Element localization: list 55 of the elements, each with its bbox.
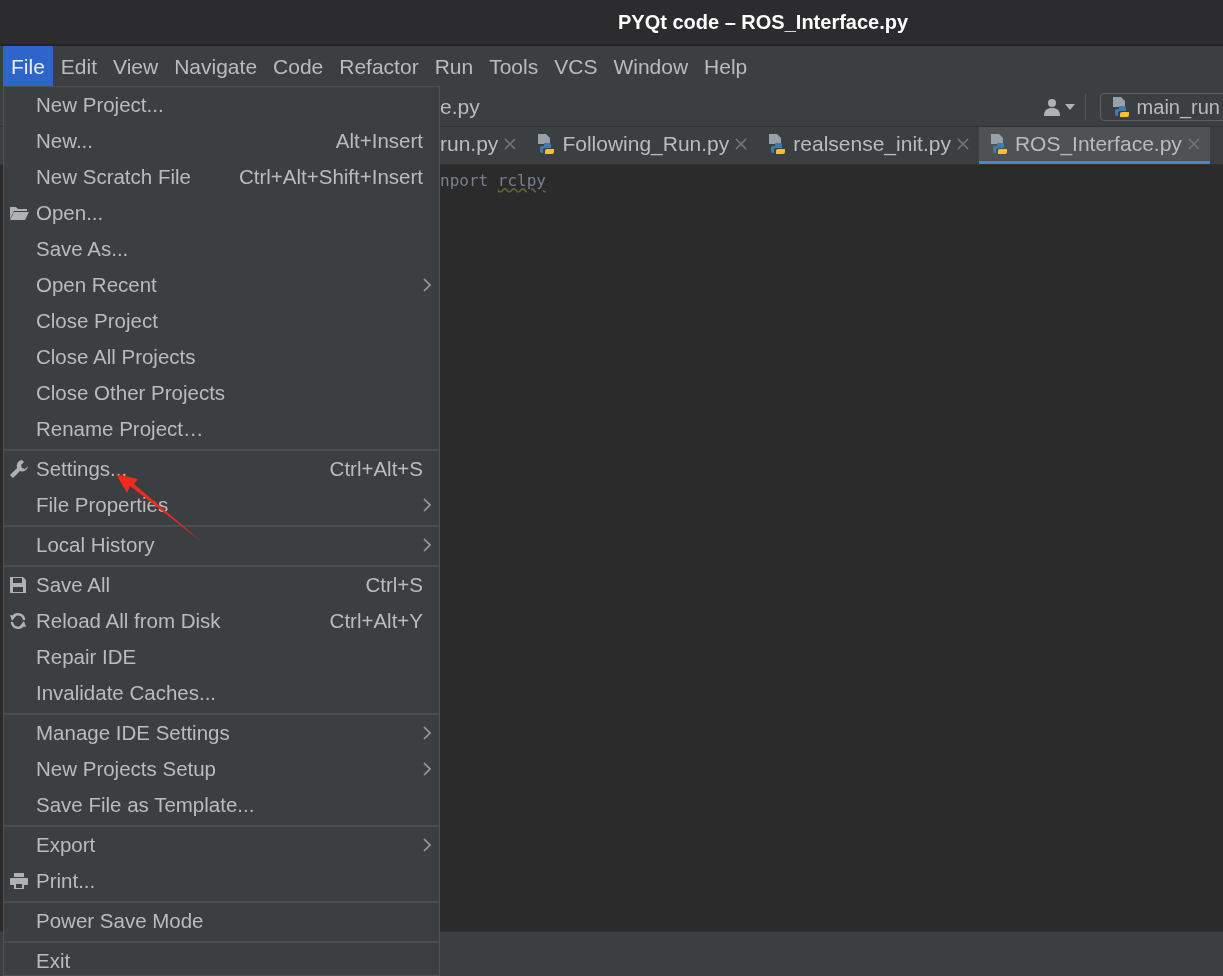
menu-entry[interactable]: Open Recent (4, 267, 439, 303)
menu-item[interactable]: Navigate (166, 46, 266, 88)
menu-entry[interactable]: Print... (4, 863, 439, 899)
menu-item[interactable]: View (105, 46, 167, 88)
menu-entry[interactable]: Close All Projects (4, 339, 439, 375)
python-file-icon (988, 133, 1009, 155)
menu-entry[interactable]: Export (4, 827, 439, 863)
menu-entry[interactable]: Local History (4, 527, 439, 563)
menu-entry[interactable]: Settings... Ctrl+Alt+S (4, 451, 439, 487)
editor-tab[interactable]: Following_Run.py (526, 127, 758, 164)
menu-entry[interactable]: Save As... (4, 231, 439, 267)
menu-item[interactable]: Code (265, 46, 332, 88)
menu-item[interactable]: Edit (52, 46, 106, 88)
close-icon[interactable] (735, 138, 748, 150)
menu-entry[interactable]: Invalidate Caches... (4, 675, 439, 711)
menu-entry[interactable]: New Projects Setup (4, 751, 439, 787)
menu-entry[interactable]: Close Other Projects (4, 375, 439, 411)
wrench-icon (9, 459, 29, 479)
code-line: nport rclpy (440, 171, 547, 190)
python-file-icon (1110, 96, 1131, 118)
reload-icon (9, 612, 27, 630)
menu-entry[interactable]: New Scratch File Ctrl+Alt+Shift+Insert (4, 159, 439, 195)
menu-item[interactable]: File (3, 46, 53, 88)
run-configuration-dropdown[interactable]: main_run (1099, 93, 1223, 121)
user-icon[interactable] (1042, 97, 1075, 117)
menu-entry[interactable]: Manage IDE Settings (4, 715, 439, 751)
menu-item[interactable]: Help (696, 46, 756, 88)
menu-entry[interactable]: Open... (4, 195, 439, 231)
menu-entry[interactable]: Save File as Template... (4, 787, 439, 823)
menu-entry[interactable]: Reload All from Disk Ctrl+Alt+Y (4, 603, 439, 639)
menu-entry[interactable]: Save All Ctrl+S (4, 567, 439, 603)
menu-item[interactable]: Refactor (331, 46, 427, 88)
menu-item[interactable]: Run (426, 46, 482, 88)
menu-entry[interactable]: Close Project (4, 303, 439, 339)
editor-tab[interactable]: ROS_Interface.py (978, 127, 1210, 164)
editor-tab[interactable]: realsense_init.py (757, 127, 979, 164)
folder-icon (9, 205, 29, 221)
menu-entry[interactable]: Repair IDE (4, 639, 439, 675)
editor-tab[interactable]: run.py (440, 127, 527, 164)
menu-item[interactable]: VCS (546, 46, 606, 88)
close-icon[interactable] (956, 138, 969, 150)
menu-entry[interactable]: New Project... (4, 87, 439, 123)
menu-entry[interactable]: Power Save Mode (4, 903, 439, 939)
breadcrumb[interactable]: e.py (440, 95, 480, 119)
menu-entry[interactable]: New... Alt+Insert (4, 123, 439, 159)
python-file-icon (536, 133, 557, 155)
menu-item[interactable]: Window (605, 46, 697, 88)
menu-item[interactable]: Tools (481, 46, 547, 88)
window-title: PYQt code – ROS_Interface.py (618, 10, 909, 34)
printer-icon (9, 872, 29, 890)
close-icon[interactable] (1187, 138, 1200, 150)
close-icon[interactable] (504, 138, 517, 150)
menu-entry[interactable]: Rename Project… (4, 411, 439, 447)
menu-entry[interactable]: Exit (4, 943, 439, 976)
python-file-icon (767, 133, 788, 155)
